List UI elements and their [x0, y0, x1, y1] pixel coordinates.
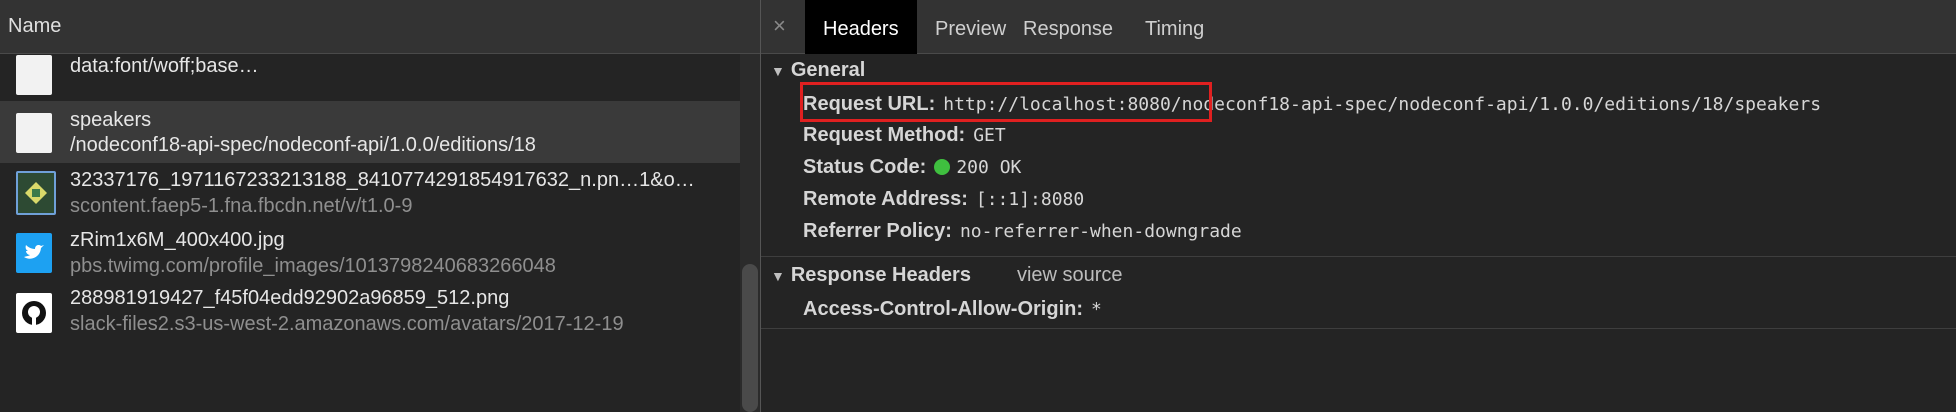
- twitter-icon: [16, 233, 52, 273]
- status-code-value: 200 OK: [956, 157, 1022, 178]
- request-path: slack-files2.s3-us-west-2.amazonaws.com/…: [70, 313, 624, 335]
- close-icon[interactable]: ×: [773, 13, 786, 39]
- view-source-link[interactable]: view source: [1017, 264, 1123, 286]
- image-thumbnail-icon: [16, 171, 56, 215]
- request-method-row: Request Method: GET: [803, 124, 1006, 147]
- request-path: /nodeconf18-api-spec/nodeconf-api/1.0.0/…: [70, 134, 536, 156]
- status-code-key: Status Code:: [803, 156, 927, 178]
- scrollbar-thumb[interactable]: [742, 264, 758, 412]
- request-url-highlight: [800, 82, 1212, 122]
- request-name: 32337176_1971167233213188_84107742918549…: [70, 169, 695, 191]
- tab-response[interactable]: Response: [1023, 0, 1113, 54]
- request-row-font[interactable]: data:font/woff;base…: [0, 55, 740, 101]
- request-list-panel: Name data:font/woff;base… speakers /node…: [0, 0, 760, 412]
- status-code-row: Status Code: 200 OK: [803, 156, 1021, 179]
- request-name: 288981919427_f45f04edd92902a96859_512.pn…: [70, 287, 510, 309]
- general-section-title: General: [790, 59, 866, 81]
- section-divider: [761, 256, 1956, 257]
- request-row-fbcdn[interactable]: 32337176_1971167233213188_84107742918549…: [0, 163, 740, 225]
- request-name: zRim1x6M_400x400.jpg: [70, 229, 285, 251]
- request-row-speakers[interactable]: speakers /nodeconf18-api-spec/nodeconf-a…: [0, 101, 740, 163]
- triangle-down-icon: ▼: [771, 268, 785, 284]
- request-details-panel: × Headers Preview Response Timing ▼ Gener…: [761, 0, 1956, 412]
- remote-address-value: [::1]:8080: [975, 189, 1085, 210]
- request-method-key: Request Method:: [803, 124, 966, 146]
- general-section-toggle[interactable]: ▼ General: [771, 59, 865, 82]
- request-path: pbs.twimg.com/profile_images/10137982406…: [70, 255, 556, 277]
- file-icon: [16, 55, 52, 95]
- referrer-policy-row: Referrer Policy: no-referrer-when-downgra…: [803, 220, 1242, 243]
- name-column-header[interactable]: Name: [0, 0, 760, 54]
- request-method-value: GET: [973, 125, 1006, 146]
- access-control-allow-origin-row: Access-Control-Allow-Origin: *: [803, 298, 1102, 321]
- triangle-down-icon: ▼: [771, 63, 785, 79]
- request-row-twimg[interactable]: zRim1x6M_400x400.jpg pbs.twimg.com/profi…: [0, 225, 740, 287]
- status-ok-icon: [934, 159, 951, 175]
- tab-timing[interactable]: Timing: [1145, 0, 1204, 54]
- request-row-slack[interactable]: 288981919427_f45f04edd92902a96859_512.pn…: [0, 287, 740, 357]
- request-name: data:font/woff;base…: [70, 55, 259, 77]
- response-headers-title: Response Headers: [790, 264, 971, 286]
- tab-headers[interactable]: Headers: [805, 0, 917, 54]
- name-column-label: Name: [8, 15, 62, 37]
- response-headers-section-toggle[interactable]: ▼ Response Headers view source: [771, 264, 1123, 287]
- acao-key: Access-Control-Allow-Origin:: [803, 298, 1084, 320]
- request-name: speakers: [70, 109, 152, 131]
- referrer-policy-key: Referrer Policy:: [803, 220, 952, 242]
- remote-address-row: Remote Address: [::1]:8080: [803, 188, 1084, 211]
- acao-value: *: [1091, 299, 1102, 320]
- file-icon: [16, 113, 52, 153]
- section-divider: [761, 328, 1956, 329]
- tab-preview[interactable]: Preview: [935, 0, 1006, 54]
- remote-address-key: Remote Address:: [803, 188, 968, 210]
- github-icon: [16, 293, 52, 333]
- details-tab-bar: × Headers Preview Response Timing: [761, 0, 1956, 54]
- request-path: scontent.faep5-1.fna.fbcdn.net/v/t1.0-9: [70, 195, 413, 217]
- referrer-policy-value: no-referrer-when-downgrade: [959, 221, 1242, 242]
